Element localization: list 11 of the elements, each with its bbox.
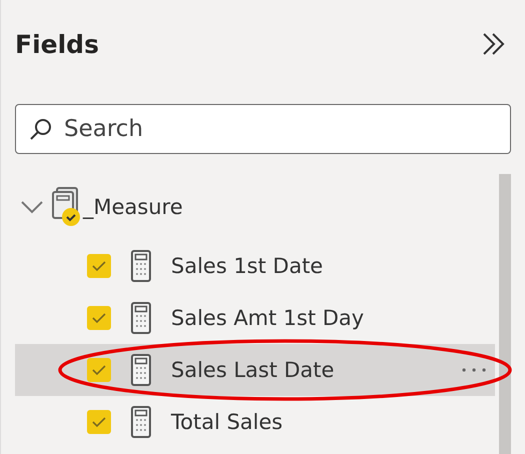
field-name: Sales 1st Date bbox=[171, 254, 323, 278]
pane-title: Fields bbox=[15, 30, 99, 58]
field-row[interactable]: Sales 1st Date bbox=[15, 240, 495, 292]
field-name: Sales Amt 1st Day bbox=[171, 306, 364, 330]
field-row[interactable]: Total Sales bbox=[15, 396, 495, 448]
table-name[interactable]: _Measure bbox=[83, 195, 183, 219]
field-row[interactable]: Sales Amt 1st Day bbox=[15, 292, 495, 344]
search-field[interactable]: Search bbox=[15, 104, 511, 154]
field-name: Sales Last Date bbox=[171, 358, 334, 382]
field-name: Total Sales bbox=[171, 410, 283, 434]
field-row[interactable]: Sales Last Date bbox=[15, 344, 495, 396]
